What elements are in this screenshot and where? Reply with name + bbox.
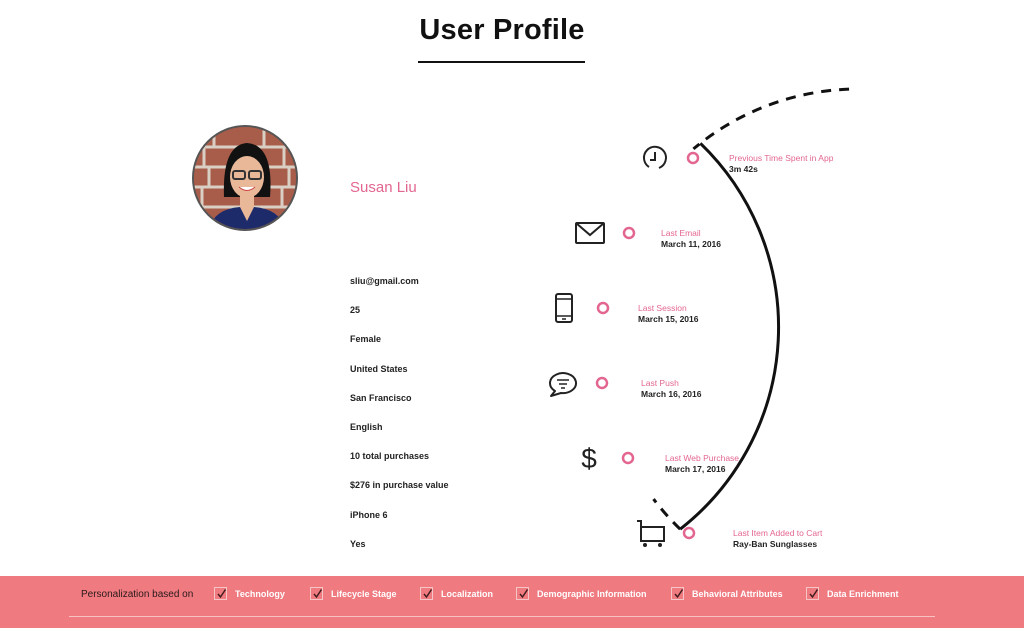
checkmark-icon [809, 589, 819, 599]
timeline-event: Last Web Purchase March 17, 2016 [665, 453, 739, 475]
checkbox-label: Lifecycle Stage [331, 588, 397, 599]
timeline-node [686, 151, 700, 165]
timeline-event: Previous Time Spent in App 3m 42s [729, 153, 833, 175]
timeline-event: Last Email March 11, 2016 [661, 228, 721, 250]
checkbox-label: Behavioral Attributes [692, 588, 783, 599]
timeline-arc: $ [549, 87, 850, 547]
checkbox-box[interactable] [671, 587, 684, 600]
timeline-event-label: Last Web Purchase [665, 453, 740, 463]
timeline-event: Last Item Added to Cart Ray-Ban Sunglasse… [733, 528, 822, 550]
checkmark-icon [217, 589, 227, 599]
personalization-label: Personalization based on [81, 589, 194, 600]
checkbox-box[interactable] [214, 587, 227, 600]
checkbox-label: Data Enrichment [827, 588, 899, 599]
clock-icon [642, 145, 667, 169]
footer-divider [69, 616, 935, 617]
timeline-event-value: March 16, 2016 [641, 389, 702, 399]
timeline-event-value: 3m 42s [729, 164, 758, 174]
checkmark-icon [313, 589, 323, 599]
checkbox-behavioral-attributes[interactable]: Behavioral Attributes [671, 587, 783, 600]
checkbox-box[interactable] [516, 587, 529, 600]
checkbox-label: Technology [235, 588, 285, 599]
timeline-dashed-bottom [652, 498, 682, 531]
personalization-bar: Personalization based on Technology Lifec… [0, 576, 1024, 628]
timeline-event-value: March 15, 2016 [638, 314, 699, 324]
timeline-event-value: March 11, 2016 [661, 239, 722, 249]
checkbox-box[interactable] [310, 587, 323, 600]
timeline-node [622, 226, 636, 240]
mobile-phone-icon [555, 293, 573, 323]
checkbox-demographic-information[interactable]: Demographic Information [516, 587, 647, 600]
checkbox-data-enrichment[interactable]: Data Enrichment [806, 587, 899, 600]
checkmark-icon [423, 589, 433, 599]
checkmark-icon [674, 589, 684, 599]
timeline-event-label: Previous Time Spent in App [729, 153, 834, 163]
checkbox-localization[interactable]: Localization [420, 587, 493, 600]
envelope-icon [575, 222, 605, 244]
timeline-event-label: Last Item Added to Cart [733, 528, 823, 538]
checkbox-label: Demographic Information [537, 588, 647, 599]
timeline-event-label: Last Session [638, 303, 687, 313]
cart-icon [637, 520, 665, 547]
checkbox-technology[interactable]: Technology [214, 587, 285, 600]
timeline-event-value: March 17, 2016 [665, 464, 726, 474]
timeline-node [621, 451, 635, 465]
dollar-icon: $ [581, 443, 597, 474]
checkbox-box[interactable] [420, 587, 433, 600]
timeline-event: Last Session March 15, 2016 [638, 303, 698, 325]
chat-bubble-icon [549, 372, 577, 397]
checkbox-label: Localization [441, 588, 494, 599]
timeline-node [595, 376, 609, 390]
checkbox-lifecycle-stage[interactable]: Lifecycle Stage [310, 587, 397, 600]
timeline-event-label: Last Push [641, 378, 679, 388]
timeline-event-label: Last Email [661, 228, 701, 238]
timeline-node [596, 301, 610, 315]
timeline-event: Last Push March 16, 2016 [641, 378, 701, 400]
timeline-dashed-top [692, 87, 850, 151]
timeline-node [682, 526, 696, 540]
checkmark-icon [519, 589, 529, 599]
checkbox-box[interactable] [806, 587, 819, 600]
timeline-event-value: Ray-Ban Sunglasses [733, 539, 818, 549]
svg-text:$: $ [581, 443, 597, 474]
